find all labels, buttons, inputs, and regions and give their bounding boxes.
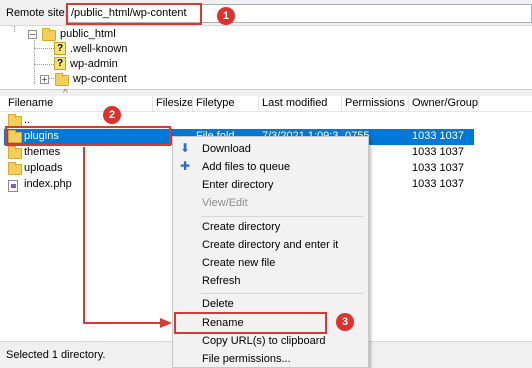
menu-item-delete[interactable]: Delete [174, 295, 369, 313]
highlight-rename-item [174, 312, 327, 334]
remote-directory-tree: − public_html ? .well-known ? wp-admin +… [0, 26, 532, 90]
file-owner: 1033 1037 [412, 130, 464, 142]
tree-item-label: .well-known [70, 43, 128, 55]
collapse-icon[interactable]: − [28, 30, 37, 39]
tree-item-label: wp-admin [70, 58, 118, 70]
step-1-badge: 1 [217, 7, 235, 25]
menu-item-copy-urls[interactable]: Copy URL(s) to clipboard [174, 332, 369, 350]
menu-separator [201, 216, 363, 217]
file-list-header: Filename Filesize Filetype Last modified… [0, 96, 532, 112]
unknown-folder-icon: ? [54, 42, 66, 55]
tree-item-public-html[interactable]: − public_html [24, 26, 124, 42]
column-owner-group[interactable]: Owner/Group [412, 97, 478, 109]
add-queue-icon: ✚ [180, 159, 191, 173]
menu-item-create-new-file[interactable]: Create new file [174, 254, 369, 272]
menu-item-view-edit: View/Edit [202, 197, 248, 209]
remote-site-label: Remote site: [6, 7, 68, 19]
menu-item-add-to-queue[interactable]: ✚ Add files to queue [174, 158, 369, 176]
column-filetype[interactable]: Filetype [196, 97, 235, 109]
file-name: index.php [24, 178, 72, 190]
folder-icon [8, 162, 22, 175]
file-name: uploads [24, 162, 63, 174]
column-permissions[interactable]: Permissions [345, 97, 405, 109]
tree-item-wp-admin[interactable]: ? wp-admin [54, 56, 154, 72]
menu-item-file-permissions[interactable]: File permissions... [174, 350, 369, 368]
download-arrow-icon: ⬇ [180, 141, 191, 155]
folder-icon [42, 28, 56, 41]
step-3-badge: 3 [336, 313, 354, 331]
file-owner: 1033 1037 [412, 162, 464, 174]
highlight-plugins-row [5, 126, 171, 146]
php-file-icon [8, 180, 18, 192]
tree-item-label: public_html [60, 28, 116, 40]
menu-item-create-directory-enter[interactable]: Create directory and enter it [174, 236, 369, 254]
tree-item-wp-content[interactable]: + wp-content [38, 71, 158, 87]
column-filename[interactable]: Filename [8, 97, 53, 109]
status-text: Selected 1 directory. [6, 349, 106, 361]
file-owner: 1033 1037 [412, 178, 464, 190]
menu-separator [201, 293, 363, 294]
column-filesize[interactable]: Filesize [156, 97, 193, 109]
menu-item-refresh[interactable]: Refresh [174, 272, 369, 290]
tree-item-label: wp-content [73, 73, 127, 85]
highlight-remote-path [66, 3, 202, 25]
menu-item-create-directory[interactable]: Create directory [174, 218, 369, 236]
expand-icon[interactable]: + [40, 75, 49, 84]
file-name: themes [24, 146, 61, 158]
column-last-modified[interactable]: Last modified [262, 97, 327, 109]
folder-icon [8, 146, 22, 159]
menu-item-download[interactable]: ⬇ Download [174, 140, 369, 158]
unknown-folder-icon: ? [54, 57, 66, 70]
tree-item-well-known[interactable]: ? .well-known [54, 41, 154, 57]
menu-item-enter-directory[interactable]: Enter directory [174, 176, 369, 194]
file-owner: 1033 1037 [412, 146, 464, 158]
step-2-badge: 2 [103, 106, 121, 124]
folder-icon [55, 73, 69, 86]
